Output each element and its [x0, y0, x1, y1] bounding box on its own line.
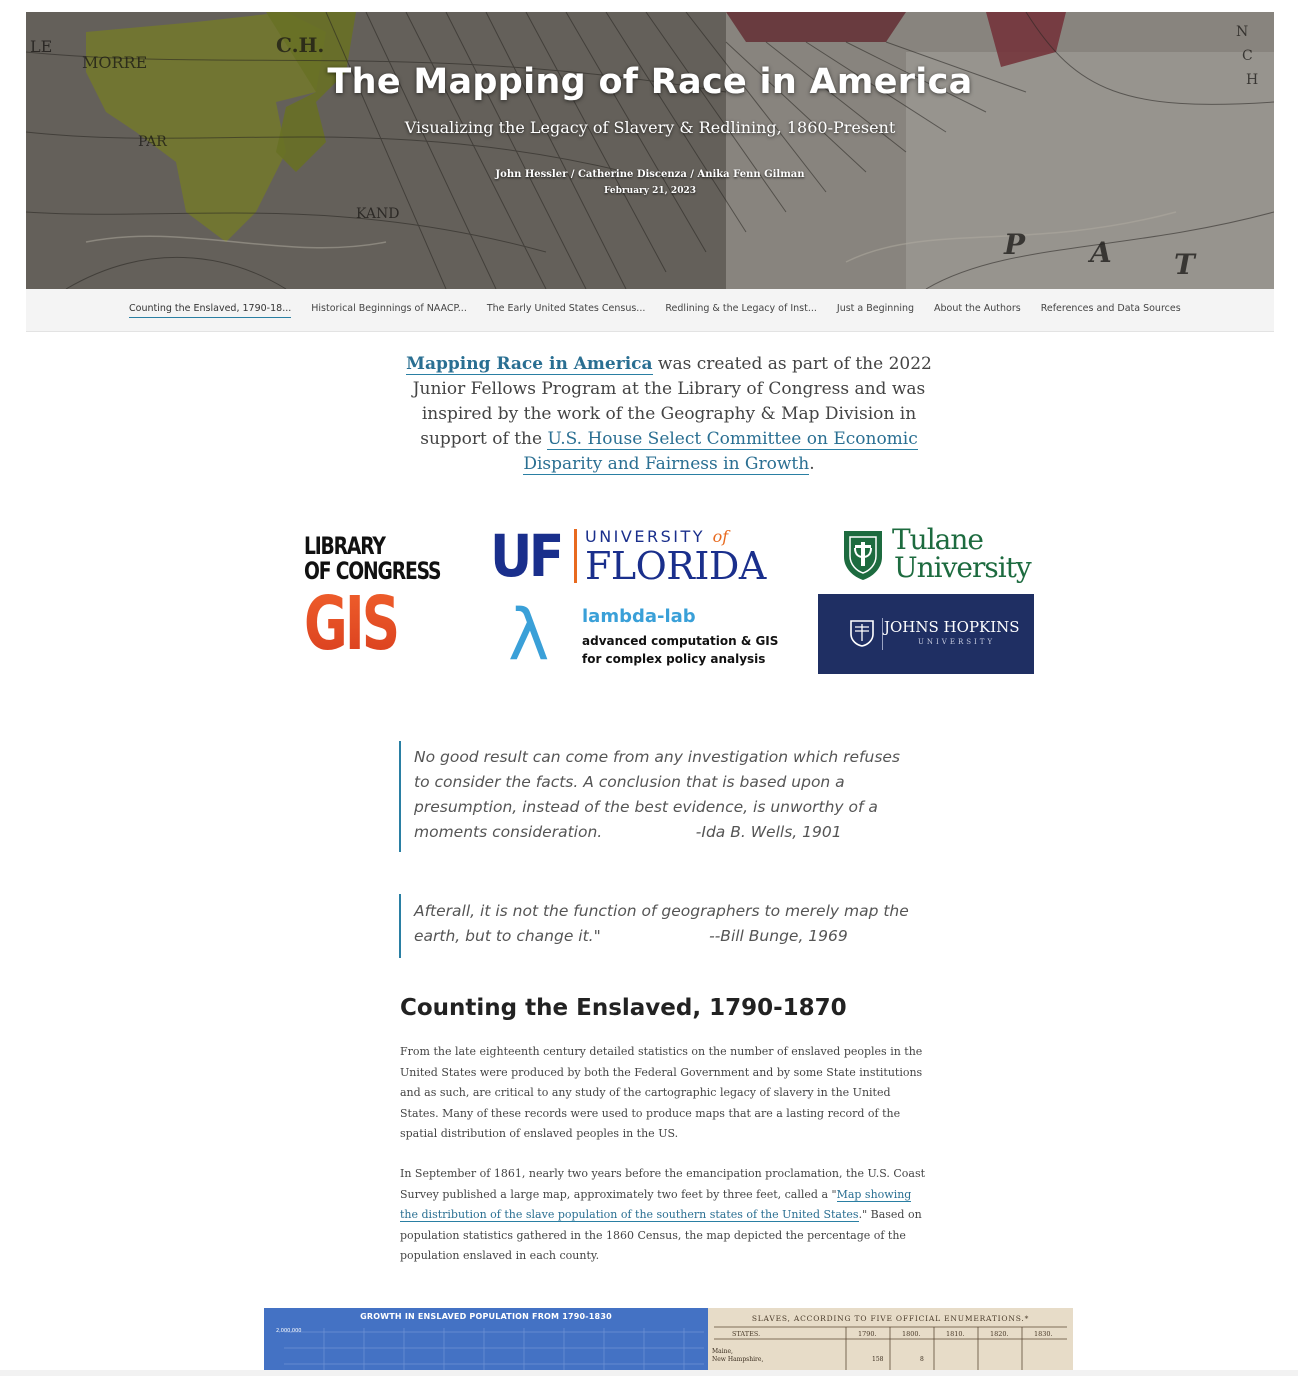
table-cell: 8: [920, 1356, 924, 1363]
table-header: 1830.: [1034, 1330, 1053, 1338]
jhu-subname: UNIVERSITY: [918, 638, 996, 646]
johns-hopkins-logo: JOHNS HOPKINS UNIVERSITY: [818, 594, 1034, 674]
nav-item-about-authors[interactable]: About the Authors: [934, 303, 1021, 318]
quote-line: presumption, instead of the best evidenc…: [414, 798, 878, 816]
tulane-line: University: [894, 551, 1032, 584]
uf-wordmark: UNIVERSITY of FLORIDA: [585, 527, 766, 585]
nav-item-early-census[interactable]: The Early United States Census...: [487, 303, 646, 318]
quote-line: earth, but to change it." --Bill Bunge, …: [414, 927, 848, 945]
section-heading: Counting the Enslaved, 1790-1870: [400, 995, 847, 1021]
chart-y-tick: 2,000,000: [276, 1328, 302, 1334]
nav-item-naacp[interactable]: Historical Beginnings of NAACP...: [311, 303, 467, 318]
section-nav: Counting the Enslaved, 1790-18... Histor…: [129, 303, 1201, 318]
section-paragraph: In September of 1861, nearly two years b…: [400, 1164, 930, 1267]
quote-line: No good result can come from any investi…: [414, 748, 901, 766]
jhu-name: JOHNS HOPKINS: [884, 618, 1020, 636]
publish-date: February 21, 2023: [604, 186, 696, 196]
historic-map-background: LE MORRE C.H. PAR KAND P A T N C H: [26, 12, 1274, 289]
loc-logo-line: LIBRARY: [304, 532, 386, 560]
table-header: 1800.: [902, 1330, 921, 1338]
lambda-lab-tagline: for complex policy analysis: [582, 652, 766, 666]
intro-text-end: .: [809, 454, 815, 474]
bottom-scroll-edge: [0, 1370, 1298, 1376]
loc-logo-gis: GIS: [304, 581, 400, 667]
page-subtitle: Visualizing the Legacy of Slavery & Redl…: [404, 118, 896, 137]
hero-banner: LE MORRE C.H. PAR KAND P A T N C H The M…: [26, 12, 1274, 289]
table-header: 1810.: [946, 1330, 965, 1338]
jhu-divider: [882, 618, 883, 650]
house-committee-link[interactable]: U.S. House Select Committee on Economic …: [523, 429, 918, 475]
lambda-lab-logo: λ lambda-lab advanced computation & GIS …: [508, 594, 798, 680]
section-paragraph: From the late eighteenth century detaile…: [400, 1045, 923, 1140]
table-cell: Maine,: [712, 1348, 733, 1355]
table-header: STATES.: [732, 1330, 761, 1338]
chart-title: GROWTH IN ENSLAVED POPULATION FROM 1790-…: [360, 1312, 612, 1321]
table-header: 1790.: [858, 1330, 877, 1338]
table-cell: New Hampshire,: [712, 1356, 764, 1363]
blockquote-wells: No good result can come from any investi…: [399, 741, 939, 852]
nav-item-just-a-beginning[interactable]: Just a Beginning: [837, 303, 914, 318]
nav-item-counting-enslaved[interactable]: Counting the Enslaved, 1790-18...: [129, 303, 292, 318]
intro-paragraph: Mapping Race in America was created as p…: [395, 352, 943, 477]
section-nav-bar: Counting the Enslaved, 1790-18... Histor…: [26, 289, 1274, 332]
library-of-congress-gis-logo: LIBRARY OF CONGRESS GIS: [304, 532, 442, 689]
page-title: The Mapping of Race in America: [327, 62, 973, 102]
table-header: 1820.: [990, 1330, 1009, 1338]
lambda-lab-tagline: advanced computation & GIS: [582, 634, 779, 648]
blockquote-bunge: Afterall, it is not the function of geog…: [399, 894, 939, 958]
quote-line: Afterall, it is not the function of geog…: [414, 902, 909, 920]
table-cell: 158: [872, 1356, 884, 1363]
uf-divider: [574, 529, 577, 583]
jhu-shield-icon: [850, 620, 874, 647]
enslaved-growth-chart-image: GROWTH IN ENSLAVED POPULATION FROM 1790-…: [264, 1308, 708, 1370]
uf-mark: UF: [490, 522, 564, 590]
tulane-shield-icon: [844, 531, 882, 580]
lambda-lab-name: lambda-lab: [582, 606, 696, 627]
university-of-florida-logo: UF UNIVERSITY of FLORIDA: [490, 524, 795, 588]
mapping-race-link[interactable]: Mapping Race in America: [406, 354, 653, 375]
tulane-university-logo: Tulane University: [842, 525, 1032, 587]
quote-line: to consider the facts. A conclusion that…: [414, 773, 845, 791]
authors: John Hessler / Catherine Discenza / Anik…: [495, 169, 805, 180]
slave-enumeration-table-image: SLAVES, ACCORDING TO FIVE OFFICIAL ENUME…: [708, 1308, 1073, 1370]
lambda-icon: λ: [508, 594, 550, 676]
uf-bottom-line: FLORIDA: [585, 544, 766, 588]
quote-line: moments consideration. -Ida B. Wells, 19…: [414, 823, 842, 841]
nav-item-references[interactable]: References and Data Sources: [1041, 303, 1181, 318]
nav-item-redlining[interactable]: Redlining & the Legacy of Inst...: [665, 303, 817, 318]
